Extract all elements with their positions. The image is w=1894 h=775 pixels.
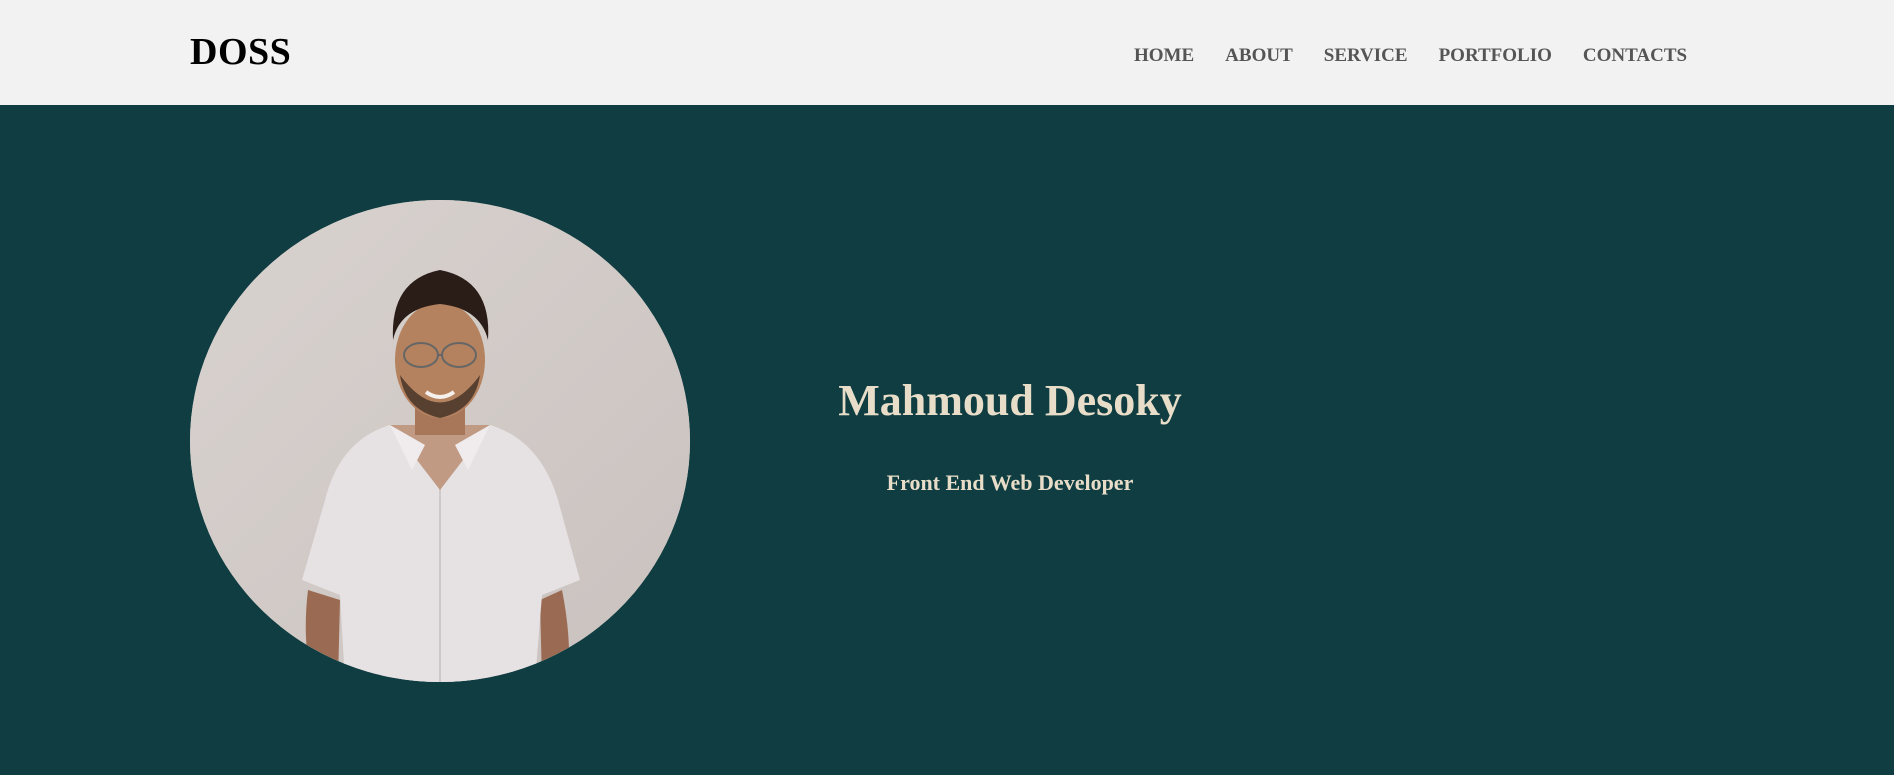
nav-item-service[interactable]: SERVICE: [1324, 44, 1408, 68]
hero-role: Front End Web Developer: [886, 470, 1134, 495]
nav-item-portfolio[interactable]: PORTFOLIO: [1439, 44, 1552, 68]
hero-text-block: Mahmoud Desoky Front End Web Developer: [800, 375, 1220, 497]
top-navbar: DOSS HOME ABOUT SERVICE PORTFOLIO CONTAC…: [0, 0, 1894, 105]
portrait-photo-icon: [190, 200, 690, 682]
brand-logo[interactable]: DOSS: [190, 28, 291, 76]
nav-item-contacts[interactable]: CONTACTS: [1583, 44, 1687, 68]
hero-section: Mahmoud Desoky Front End Web Developer: [0, 105, 1894, 775]
nav-item-home[interactable]: HOME: [1134, 44, 1194, 68]
profile-photo: [190, 200, 690, 682]
hero-name: Mahmoud Desoky: [838, 376, 1182, 425]
nav-item-about[interactable]: ABOUT: [1225, 44, 1293, 68]
main-nav: HOME ABOUT SERVICE PORTFOLIO CONTACTS: [1134, 44, 1687, 68]
